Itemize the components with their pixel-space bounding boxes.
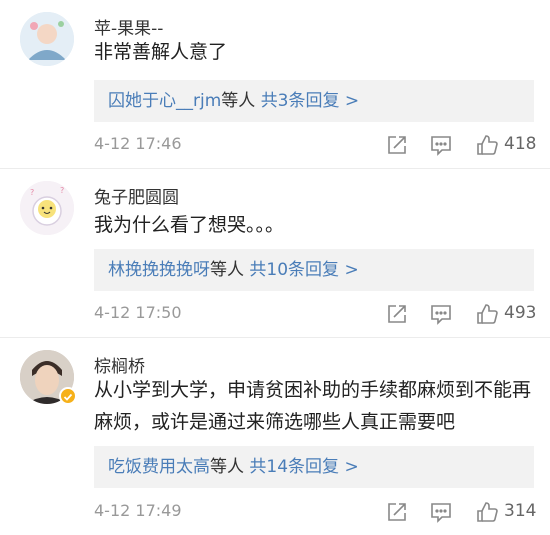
avatar[interactable]: ? ? [20, 181, 74, 235]
thumbs-up-icon[interactable] [476, 134, 498, 156]
comment-icon[interactable] [430, 501, 452, 523]
replies-summary[interactable]: 囚她于心__rjm等人 共3条回复 > [94, 80, 534, 122]
comment-footer: 4-12 17:49 314 [94, 501, 537, 523]
comment-footer: 4-12 17:46 418 [94, 134, 537, 156]
timestamp: 4-12 17:49 [94, 501, 182, 520]
like-count: 314 [504, 501, 537, 521]
share-icon[interactable] [386, 501, 408, 523]
comment-text: 非常善解人意了 [94, 41, 228, 63]
replies-summary[interactable]: 吃饭费用太高等人 共14条回复 > [94, 446, 534, 488]
comment-text: 从小学到大学，申请贫困补助的手续都麻烦到不能再麻烦，或许是通过来筛选哪些人真正需… [94, 379, 532, 433]
like-count: 418 [504, 134, 537, 154]
svg-text:?: ? [60, 186, 64, 195]
avatar[interactable] [20, 12, 74, 66]
username[interactable]: 兔子肥圆圆 [94, 183, 179, 208]
timestamp: 4-12 17:46 [94, 134, 182, 153]
comment-item: 苹-果果-- 非常善解人意了 囚她于心__rjm等人 共3条回复 > 4-12 … [0, 0, 550, 168]
reply-count-link[interactable]: 共10条回复 > [249, 260, 358, 280]
comment-icon[interactable] [430, 134, 452, 156]
reply-users-link[interactable]: 囚她于心__rjm [108, 91, 221, 111]
svg-text:?: ? [30, 188, 34, 197]
thumbs-up-icon[interactable] [476, 303, 498, 325]
share-icon[interactable] [386, 303, 408, 325]
like-count: 493 [504, 303, 537, 323]
comment-icon[interactable] [430, 303, 452, 325]
comment-item: 棕榈桥 从小学到大学，申请贫困补助的手续都麻烦到不能再麻烦，或许是通过来筛选哪些… [0, 338, 550, 535]
reply-users-suffix: 等人 [210, 260, 244, 280]
thumbs-up-icon[interactable] [476, 501, 498, 523]
reply-users-link[interactable]: 林挽挽挽挽呀 [108, 260, 210, 280]
reply-users-suffix: 等人 [221, 91, 256, 111]
reply-count-link[interactable]: 共3条回复 > [261, 91, 359, 111]
timestamp: 4-12 17:50 [94, 303, 182, 322]
reply-count-link[interactable]: 共14条回复 > [249, 457, 358, 477]
reply-users-suffix: 等人 [210, 457, 244, 477]
verified-badge [59, 387, 77, 405]
comment-text: 我为什么看了想哭。。。 [94, 214, 285, 236]
replies-summary[interactable]: 林挽挽挽挽呀等人 共10条回复 > [94, 249, 534, 291]
share-icon[interactable] [386, 134, 408, 156]
reply-users-link[interactable]: 吃饭费用太高 [108, 457, 210, 477]
comment-footer: 4-12 17:50 493 [94, 303, 537, 325]
comment-item: ? ? 兔子肥圆圆 我为什么看了想哭。。。 林挽挽挽挽呀等人 共10条回复 > … [0, 169, 550, 337]
